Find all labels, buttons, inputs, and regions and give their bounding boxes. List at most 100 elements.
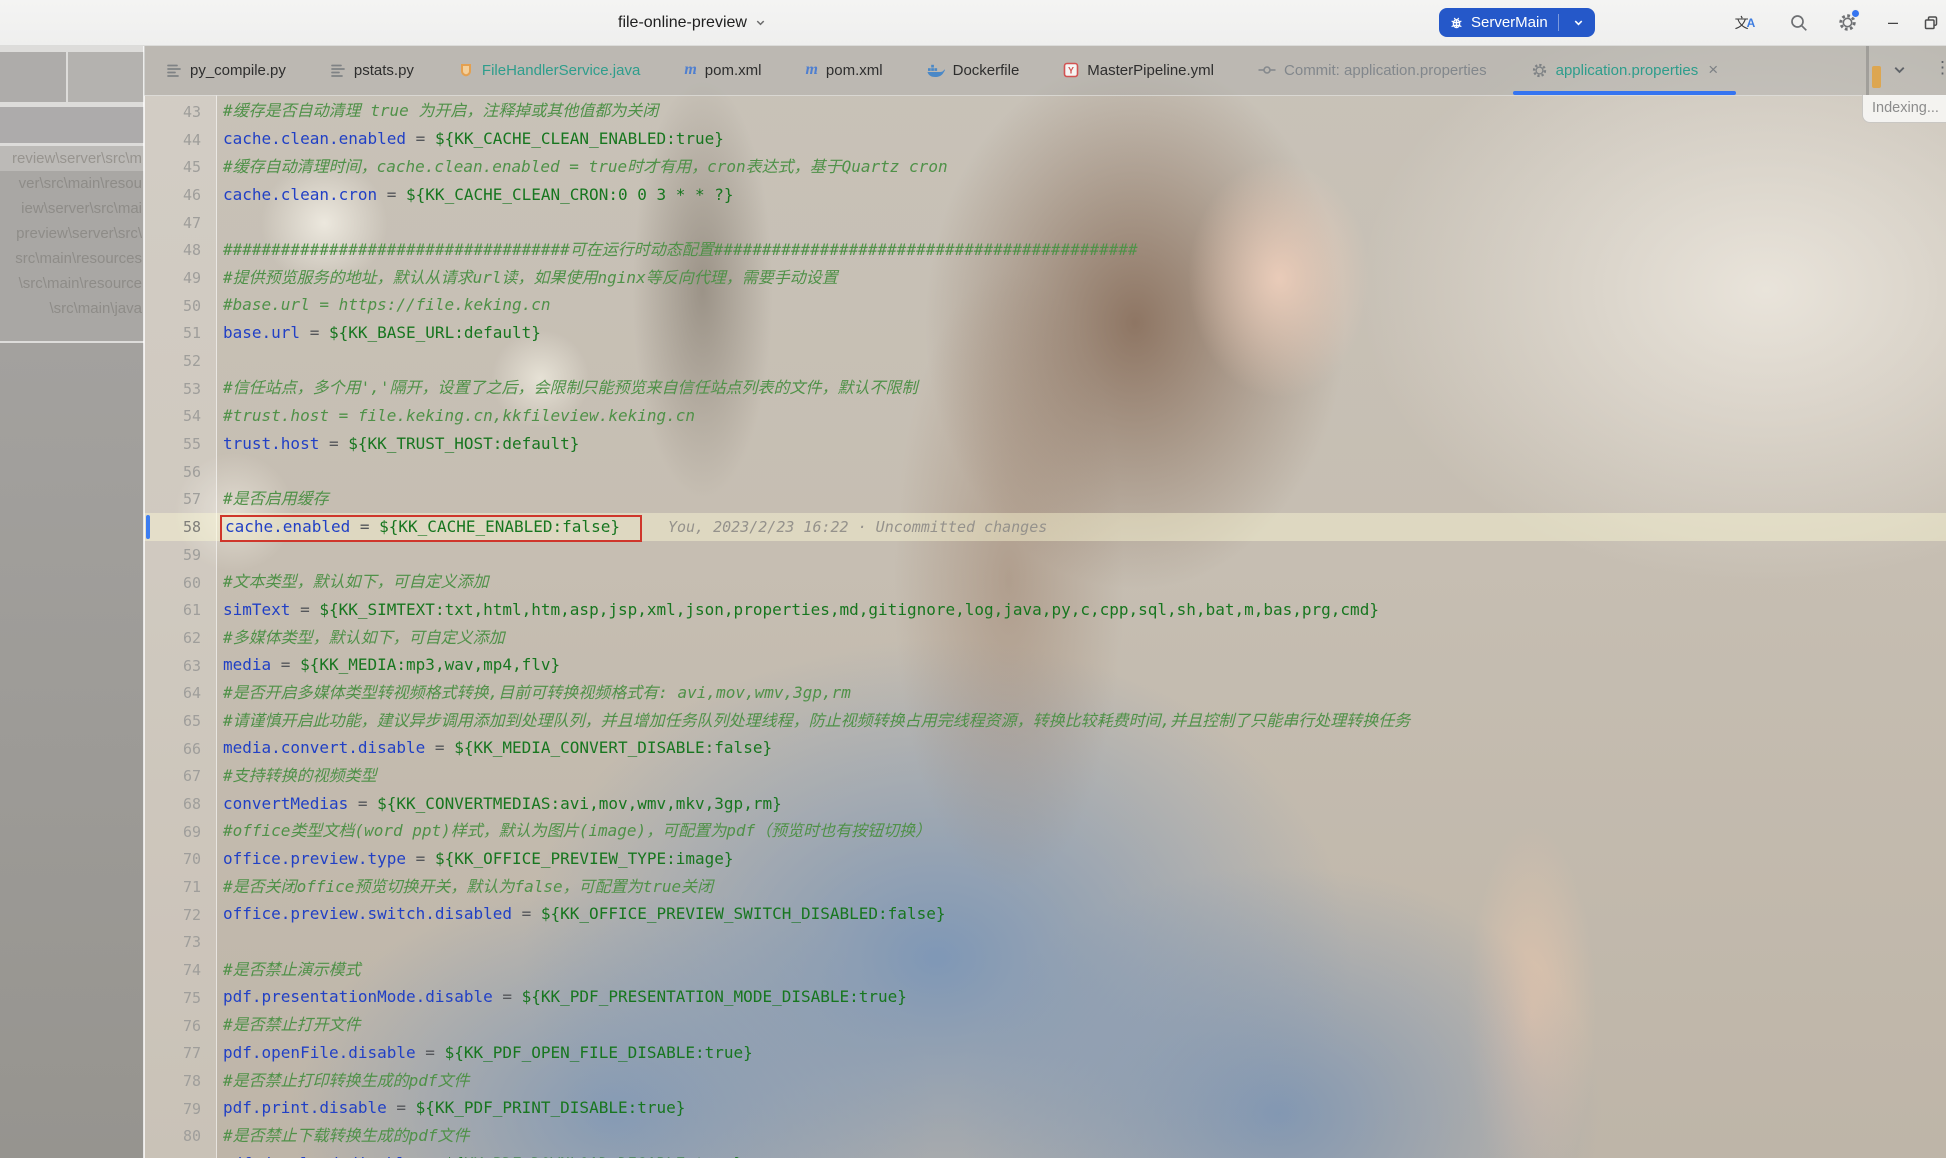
settings-gear-icon[interactable] xyxy=(1830,0,1864,45)
editor-line-51[interactable]: 51base.url = ${KK_BASE_URL:default} xyxy=(144,320,1946,348)
tab-label: pstats.py xyxy=(354,62,414,79)
minimize-icon[interactable]: – xyxy=(1876,0,1910,45)
editor-line-55[interactable]: 55trust.host = ${KK_TRUST_HOST:default} xyxy=(144,430,1946,458)
restore-window-icon[interactable] xyxy=(1914,0,1946,45)
background-window-block xyxy=(0,107,144,143)
editor-line-72[interactable]: 72office.preview.switch.disabled = ${KK_… xyxy=(144,901,1946,929)
background-window-strip: review\server\src\mver\src\main\resouiew… xyxy=(0,45,144,1158)
line-number: 62 xyxy=(144,629,216,647)
tab-label: pom.xml xyxy=(705,62,762,79)
close-icon[interactable]: × xyxy=(1708,60,1718,80)
tab-label: pom.xml xyxy=(826,62,883,79)
tab-pom-xml[interactable]: mpom.xml xyxy=(783,45,904,95)
line-number: 73 xyxy=(144,933,216,951)
project-title[interactable]: file-online-preview xyxy=(618,0,767,45)
editor-line-43[interactable]: 43#缓存是否自动清理 true 为开启，注释掉或其他值都为关闭 xyxy=(144,98,1946,126)
line-code: #缓存自动清理时间，cache.clean.enabled = true时才有用… xyxy=(216,159,948,176)
line-number: 60 xyxy=(144,574,216,592)
editor-pane[interactable]: 43#缓存是否自动清理 true 为开启，注释掉或其他值都为关闭44cache.… xyxy=(144,95,1946,1158)
editor-line-74[interactable]: 74#是否禁止演示模式 xyxy=(144,956,1946,984)
run-button-divider xyxy=(1558,14,1559,31)
editor-line-63[interactable]: 63media = ${KK_MEDIA:mp3,wav,mp4,flv} xyxy=(144,652,1946,680)
line-number: 55 xyxy=(144,435,216,453)
line-code: ####################################可在运行… xyxy=(216,242,1138,259)
editor-line-67[interactable]: 67#支持转换的视频类型 xyxy=(144,763,1946,791)
editor-line-62[interactable]: 62#多媒体类型，默认如下，可自定义添加 xyxy=(144,624,1946,652)
run-configuration-button[interactable]: ServerMain xyxy=(1439,8,1595,37)
python-file-icon xyxy=(166,62,182,78)
line-number: 78 xyxy=(144,1072,216,1090)
editor-line-48[interactable]: 48####################################可在… xyxy=(144,236,1946,264)
ide-window: file-online-preview ServerMain 文A xyxy=(0,0,1946,1158)
editor-line-78[interactable]: 78#是否禁止打印转换生成的pdf文件 xyxy=(144,1067,1946,1095)
editor-scroll-stripe xyxy=(1866,45,1869,95)
editor-line-76[interactable]: 76#是否禁止打开文件 xyxy=(144,1012,1946,1040)
line-number: 43 xyxy=(144,103,216,121)
background-path-row: preview\server\src\ xyxy=(0,221,144,246)
run-config-chevron-icon[interactable] xyxy=(1566,16,1591,29)
translate-icon[interactable]: 文A xyxy=(1728,0,1762,45)
indexing-status-badge: Indexing... xyxy=(1862,95,1946,123)
line-number: 64 xyxy=(144,684,216,702)
run-config-bug-icon xyxy=(1449,15,1464,30)
java-class-icon xyxy=(458,62,474,78)
line-code: cache.clean.enabled = ${KK_CACHE_CLEAN_E… xyxy=(216,131,724,148)
editor-line-69[interactable]: 69#office类型文档(word ppt)样式，默认为图片(image)，可… xyxy=(144,818,1946,846)
editor-line-64[interactable]: 64#是否开启多媒体类型转视频格式转换,目前可转换视频格式有: avi,mov,… xyxy=(144,679,1946,707)
editor-line-50[interactable]: 50#base.url = https://file.keking.cn xyxy=(144,292,1946,320)
editor-line-65[interactable]: 65#请谨慎开启此功能，建议异步调用添加到处理队列，并且增加任务队列处理线程，防… xyxy=(144,707,1946,735)
tab-dockerfile[interactable]: Dockerfile xyxy=(905,45,1042,95)
editor-line-44[interactable]: 44cache.clean.enabled = ${KK_CACHE_CLEAN… xyxy=(144,126,1946,154)
tab-masterpipeline-yml[interactable]: YMasterPipeline.yml xyxy=(1041,45,1236,95)
editor-line-56[interactable]: 56 xyxy=(144,458,1946,486)
editor-line-53[interactable]: 53#信任站点，多个用','隔开，设置了之后，会限制只能预览来自信任站点列表的文… xyxy=(144,375,1946,403)
line-number: 76 xyxy=(144,1017,216,1035)
chevron-down-icon xyxy=(754,16,767,29)
tab-filehandlerservice-java[interactable]: FileHandlerService.java xyxy=(436,45,662,95)
editor-line-73[interactable]: 73 xyxy=(144,929,1946,957)
more-vertical-icon[interactable]: ⋮ xyxy=(1934,58,1946,78)
editor-line-71[interactable]: 71#是否关闭office预览切换开关，默认为false，可配置为true关闭 xyxy=(144,873,1946,901)
line-code: convertMedias = ${KK_CONVERTMEDIAS:avi,m… xyxy=(216,796,782,813)
editor-line-54[interactable]: 54#trust.host = file.keking.cn,kkfilevie… xyxy=(144,403,1946,431)
editor-line-81[interactable]: 81pdf.download.disable = ${KK_PDF_DOWNLO… xyxy=(144,1150,1946,1158)
editor-line-60[interactable]: 60#文本类型，默认如下，可自定义添加 xyxy=(144,569,1946,597)
editor-line-45[interactable]: 45#缓存自动清理时间，cache.clean.enabled = true时才… xyxy=(144,153,1946,181)
editor-line-61[interactable]: 61simText = ${KK_SIMTEXT:txt,html,htm,as… xyxy=(144,596,1946,624)
editor-line-80[interactable]: 80#是否禁止下载转换生成的pdf文件 xyxy=(144,1122,1946,1150)
editor-line-46[interactable]: 46cache.clean.cron = ${KK_CACHE_CLEAN_CR… xyxy=(144,181,1946,209)
line-code: #base.url = https://file.keking.cn xyxy=(216,297,551,314)
tab-commit-application-properties[interactable]: Commit: application.properties xyxy=(1236,45,1509,95)
editor-line-47[interactable]: 47 xyxy=(144,209,1946,237)
line-number: 70 xyxy=(144,850,216,868)
tab-label: Commit: application.properties xyxy=(1284,62,1487,79)
editor-line-58[interactable]: 58cache.enabled = ${KK_CACHE_ENABLED:fal… xyxy=(144,513,1946,541)
annotation-red-box: cache.enabled = ${KK_CACHE_ENABLED:false… xyxy=(220,515,642,542)
editor-line-68[interactable]: 68convertMedias = ${KK_CONVERTMEDIAS:avi… xyxy=(144,790,1946,818)
background-path-row: iew\server\src\mai xyxy=(0,196,144,221)
editor-line-59[interactable]: 59 xyxy=(144,541,1946,569)
editor-line-52[interactable]: 52 xyxy=(144,347,1946,375)
background-window-block xyxy=(68,52,144,102)
tab-pom-xml[interactable]: mpom.xml xyxy=(662,45,783,95)
editor-line-49[interactable]: 49#提供预览服务的地址，默认从请求url读，如果使用nginx等反向代理，需要… xyxy=(144,264,1946,292)
editor-line-70[interactable]: 70office.preview.type = ${KK_OFFICE_PREV… xyxy=(144,846,1946,874)
editor-line-79[interactable]: 79pdf.print.disable = ${KK_PDF_PRINT_DIS… xyxy=(144,1095,1946,1123)
editor-line-75[interactable]: 75pdf.presentationMode.disable = ${KK_PD… xyxy=(144,984,1946,1012)
docker-whale-icon xyxy=(927,63,945,78)
tab-py-compile-py[interactable]: py_compile.py xyxy=(144,45,308,95)
tab-pstats-py[interactable]: pstats.py xyxy=(308,45,436,95)
line-code: office.preview.switch.disabled = ${KK_OF… xyxy=(216,906,945,923)
line-number: 67 xyxy=(144,767,216,785)
hidden-tabs-chevron-icon[interactable] xyxy=(1891,61,1908,78)
indexing-label: Indexing... xyxy=(1872,100,1939,116)
line-number: 68 xyxy=(144,795,216,813)
tab-application-properties[interactable]: application.properties× xyxy=(1509,45,1741,95)
editor-line-66[interactable]: 66media.convert.disable = ${KK_MEDIA_CON… xyxy=(144,735,1946,763)
line-code: media.convert.disable = ${KK_MEDIA_CONVE… xyxy=(216,740,772,757)
search-icon[interactable] xyxy=(1782,0,1816,45)
line-code: cache.clean.cron = ${KK_CACHE_CLEAN_CRON… xyxy=(216,187,734,204)
line-code: #缓存是否自动清理 true 为开启，注释掉或其他值都为关闭 xyxy=(216,103,658,120)
editor-line-77[interactable]: 77pdf.openFile.disable = ${KK_PDF_OPEN_F… xyxy=(144,1039,1946,1067)
editor-line-57[interactable]: 57#是否启用缓存 xyxy=(144,486,1946,514)
